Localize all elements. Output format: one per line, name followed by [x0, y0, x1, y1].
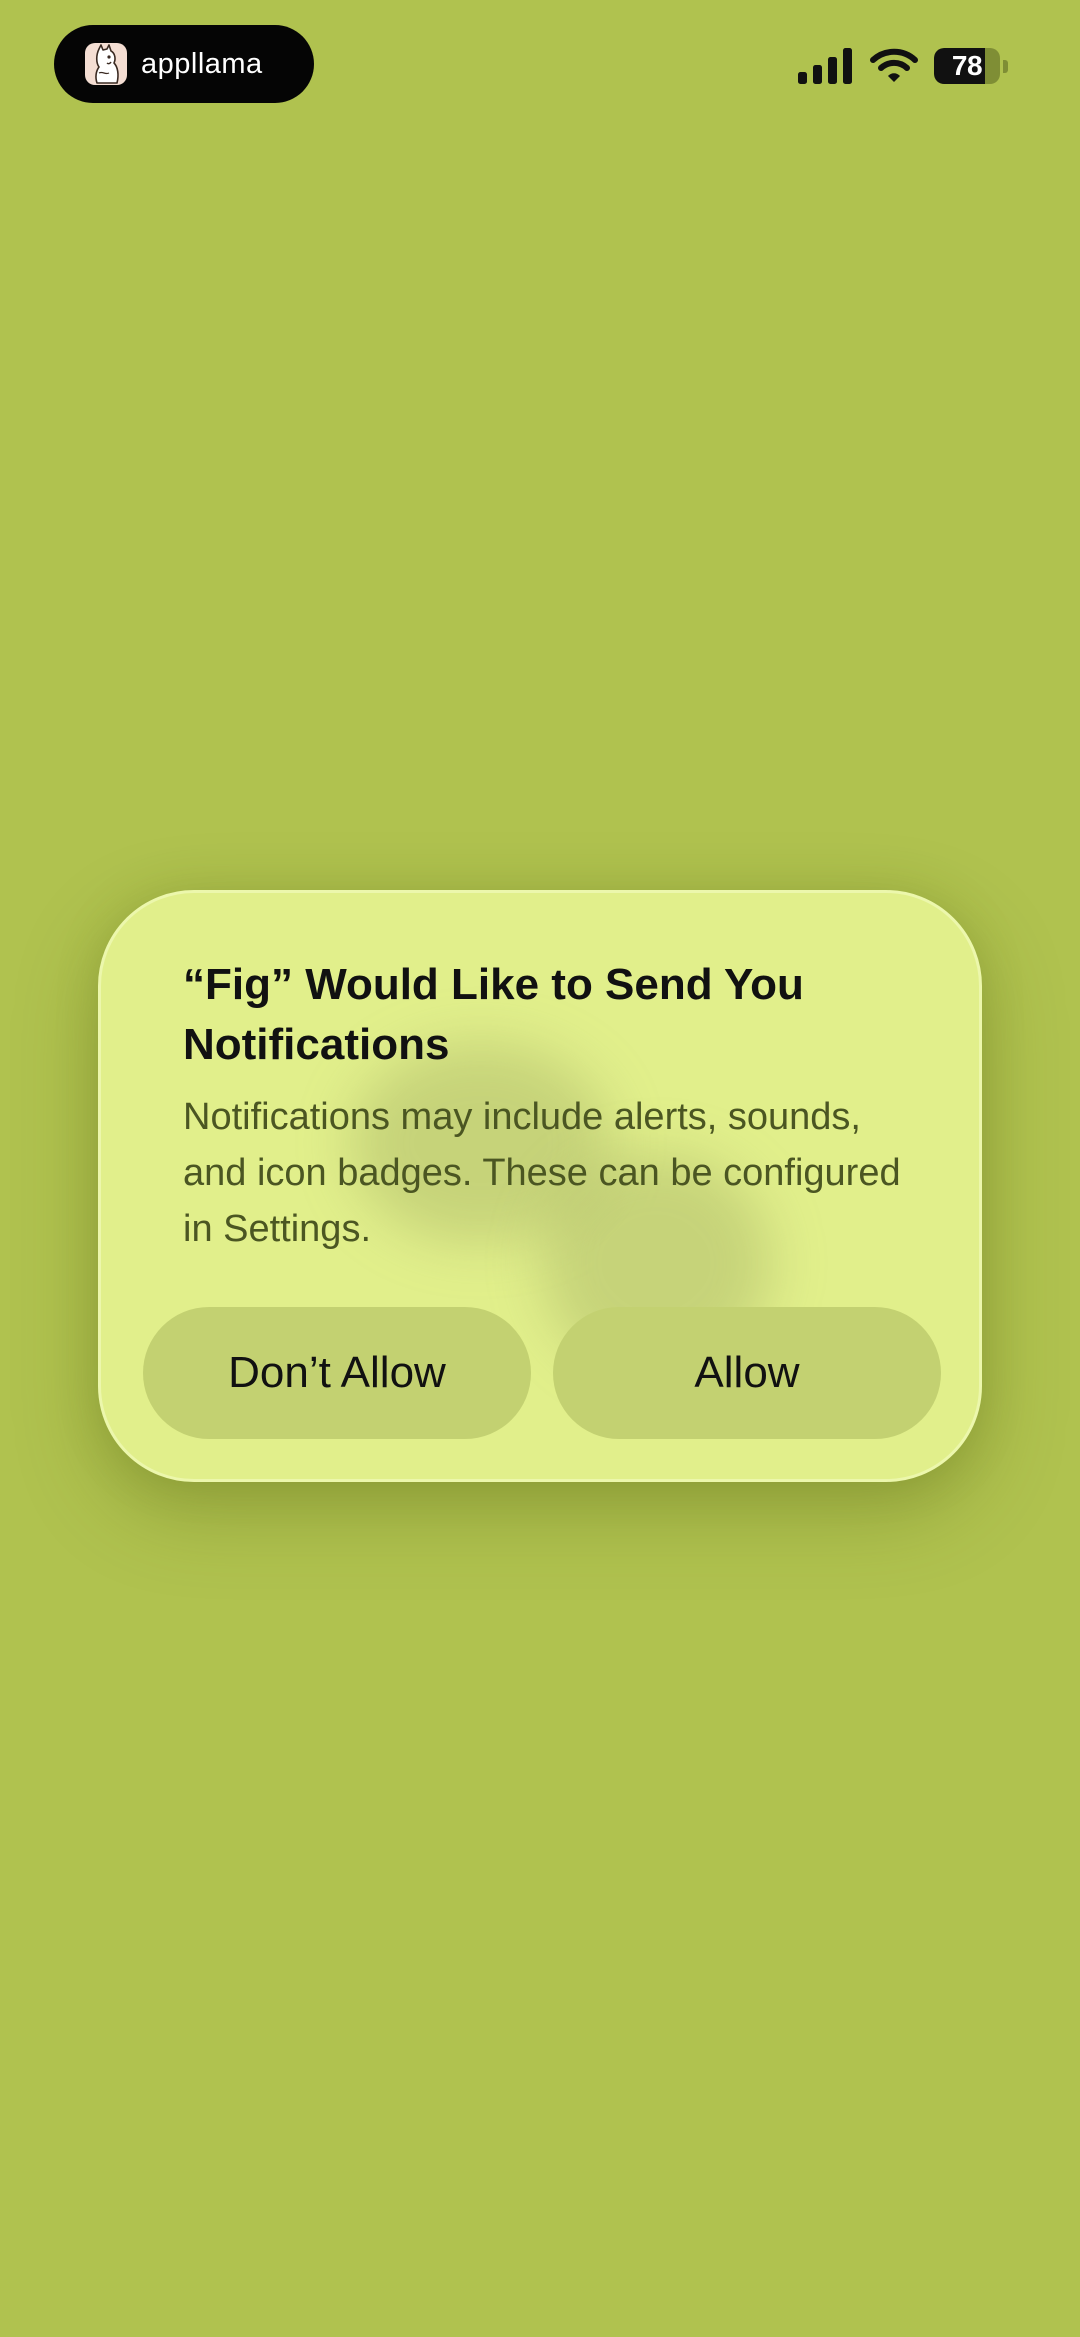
llama-icon [85, 43, 127, 85]
alert-title: “Fig” Would Like to Send You Notificatio… [183, 960, 804, 1069]
allow-button[interactable]: Allow [553, 1307, 941, 1439]
dont-allow-button[interactable]: Don’t Allow [143, 1307, 531, 1439]
status-indicators: 78 [798, 48, 1008, 84]
battery-indicator: 78 [934, 48, 1008, 84]
battery-level: 78 [951, 50, 983, 81]
alert-actions: Don’t Allow Allow [143, 1307, 941, 1439]
alert-message: Notifications may include alerts, sounds… [183, 1096, 901, 1250]
battery-tip [1003, 59, 1008, 73]
battery-icon: 78 [934, 48, 1000, 84]
notification-permission-alert: “Fig” Would Like to Send You Notificatio… [98, 890, 982, 1482]
wifi-icon [870, 48, 918, 82]
app-name: appllama [141, 47, 263, 80]
cellular-signal-icon [798, 48, 852, 84]
app-badge[interactable]: appllama [54, 25, 314, 103]
